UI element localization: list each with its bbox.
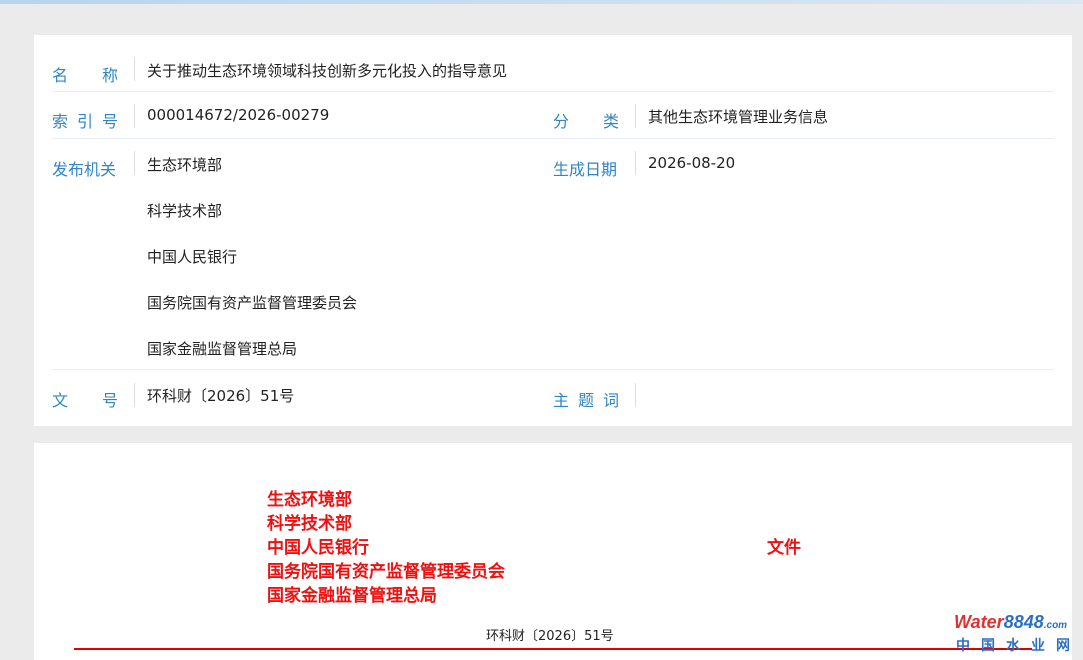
row-docno: 文 号 环科财〔2026〕51号 主 题 词	[52, 370, 1054, 422]
date-value: 2026-08-20	[648, 154, 736, 172]
agency-name: 中国人民银行	[267, 538, 369, 558]
document-header-wenjian: 文件	[767, 538, 801, 558]
separator	[134, 104, 135, 128]
index-value: 000014672/2026-00279	[147, 106, 330, 124]
issuer-item: 生态环境部	[147, 156, 223, 174]
info-card: 名 称 关于推动生态环境领域科技创新多元化投入的指导意见 索 引 号 00001…	[34, 35, 1072, 426]
issuer-label: 发布机关	[52, 160, 117, 179]
separator	[134, 151, 135, 175]
separator	[635, 151, 636, 175]
row-name: 名 称 关于推动生态环境领域科技创新多元化投入的指导意见	[52, 35, 1054, 92]
agency-name: 生态环境部	[267, 490, 352, 510]
name-value: 关于推动生态环境领域科技创新多元化投入的指导意见	[147, 62, 508, 80]
watermark-text: Water8848.com	[954, 612, 1068, 632]
document-number: 环科财〔2026〕51号	[486, 629, 614, 644]
docno-value: 环科财〔2026〕51号	[147, 387, 295, 405]
issuer-item: 中国人民银行	[147, 248, 238, 266]
separator	[635, 383, 636, 407]
watermark-subtext: 中国水业网	[956, 638, 1081, 654]
document-card: 生态环境部 科学技术部 中国人民银行 国务院国有资产监督管理委员会 国家金融监督…	[34, 443, 1072, 660]
agency-name: 科学技术部	[267, 514, 352, 534]
issuer-item: 国务院国有资产监督管理委员会	[147, 294, 358, 312]
row-issuer: 发布机关 生态环境部 科学技术部 中国人民银行 国务院国有资产监督管理委员会 国…	[52, 139, 1054, 370]
top-bar	[0, 0, 1083, 4]
separator	[635, 104, 636, 128]
date-label: 生成日期	[553, 160, 618, 179]
subject-label: 主 题 词	[553, 391, 619, 410]
separator	[134, 57, 135, 81]
separator	[134, 383, 135, 407]
category-label: 分 类	[553, 112, 619, 131]
site-watermark-logo: Water8848.com 中国水业网	[954, 612, 1080, 658]
issuer-item: 科学技术部	[147, 202, 223, 220]
agency-name: 国家金融监督管理总局	[267, 586, 437, 606]
category-value: 其他生态环境管理业务信息	[648, 108, 829, 126]
row-index: 索 引 号 000014672/2026-00279 分 类 其他生态环境管理业…	[52, 92, 1054, 139]
issuer-item: 国家金融监督管理总局	[147, 340, 298, 358]
name-label: 名 称	[52, 66, 118, 85]
index-label: 索 引 号	[52, 112, 118, 131]
red-divider	[74, 648, 1032, 650]
agency-name: 国务院国有资产监督管理委员会	[267, 562, 505, 582]
docno-label: 文 号	[52, 391, 118, 410]
